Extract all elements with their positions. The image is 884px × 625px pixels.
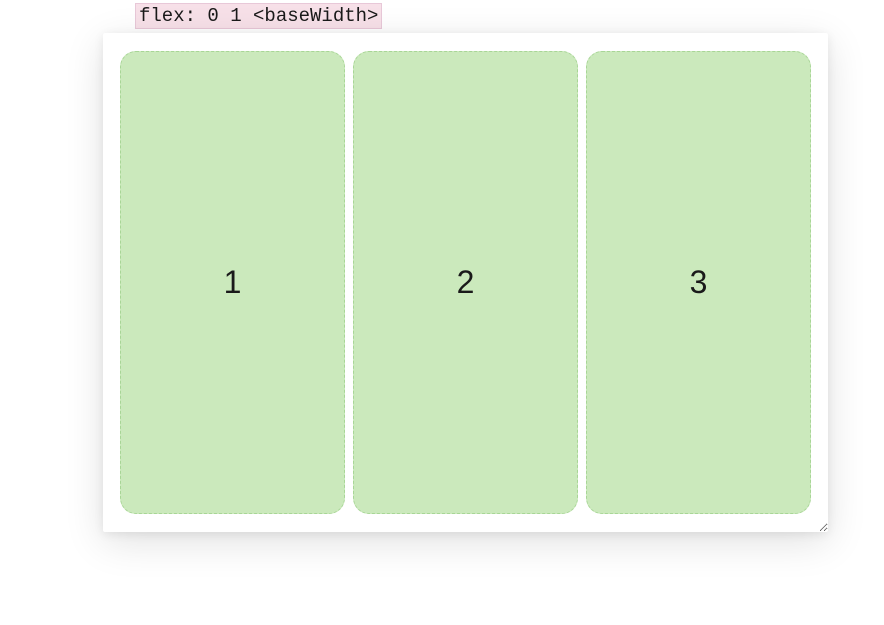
flex-item: 2 [353, 51, 578, 514]
flex-code-label: flex: 0 1 <baseWidth> [135, 3, 382, 29]
item-label: 1 [224, 264, 242, 301]
flex-container[interactable]: 1 2 3 [103, 33, 828, 532]
flex-item: 3 [586, 51, 811, 514]
item-label: 3 [690, 264, 708, 301]
flex-item: 1 [120, 51, 345, 514]
item-label: 2 [457, 264, 475, 301]
